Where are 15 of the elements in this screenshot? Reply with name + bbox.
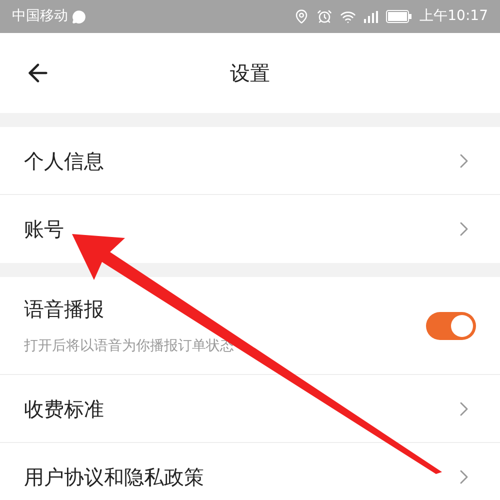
wifi-icon [340, 8, 356, 24]
settings-row[interactable]: 收费标准 [0, 375, 500, 443]
carrier-name: 中国移动 [12, 7, 68, 26]
location-icon [294, 9, 309, 24]
toggle-switch[interactable] [426, 312, 476, 340]
alarm-icon [316, 9, 332, 24]
settings-row[interactable]: 个人信息 [0, 127, 500, 195]
battery-icon [386, 10, 412, 23]
row-label: 语音播报 [24, 296, 105, 323]
settings-row[interactable]: 账号 [0, 195, 500, 263]
chat-icon [72, 10, 86, 24]
clock-time: 上午10:17 [420, 7, 488, 26]
signal-icon [364, 10, 378, 22]
page-title: 设置 [230, 60, 270, 87]
settings-row[interactable]: 用户协议和隐私政策 [0, 443, 500, 500]
